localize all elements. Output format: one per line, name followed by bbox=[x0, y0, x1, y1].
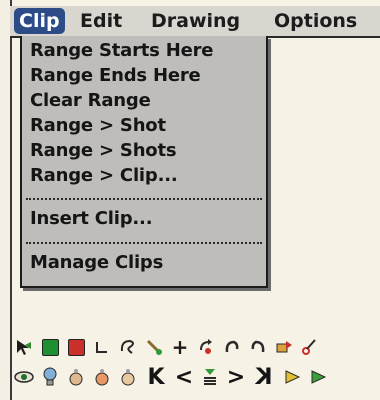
last-frame-icon[interactable]: K bbox=[252, 364, 276, 390]
loop-icon[interactable] bbox=[306, 364, 330, 390]
bulb-icon[interactable] bbox=[38, 364, 62, 390]
menu-item-range-to-shot[interactable]: Range > Shot bbox=[30, 115, 166, 136]
undo-curve-icon[interactable] bbox=[220, 334, 244, 360]
menu-item-insert-clip[interactable]: Insert Clip... bbox=[30, 208, 153, 229]
menu-options[interactable]: Options bbox=[274, 8, 357, 34]
red-square-icon[interactable] bbox=[64, 334, 88, 360]
clip-menu-dropdown: Range Starts Here Range Ends Here Clear … bbox=[20, 36, 268, 288]
menu-separator bbox=[26, 198, 262, 200]
current-frame-icon[interactable] bbox=[198, 364, 222, 390]
menu-bar: Clip Edit Drawing Options bbox=[10, 6, 380, 38]
next-frame-icon[interactable]: > bbox=[224, 364, 248, 390]
move-icon[interactable] bbox=[272, 334, 296, 360]
redo-curve-icon[interactable] bbox=[246, 334, 270, 360]
onion-skin-icon[interactable] bbox=[64, 364, 88, 390]
first-frame-icon[interactable]: K bbox=[144, 364, 168, 390]
menu-drawing[interactable]: Drawing bbox=[151, 8, 240, 34]
eye-icon[interactable] bbox=[12, 364, 36, 390]
tool-row-2: K < > K bbox=[12, 364, 380, 394]
menu-item-range-starts-here[interactable]: Range Starts Here bbox=[30, 40, 214, 61]
crosshair-icon[interactable]: + bbox=[168, 334, 192, 360]
green-square-icon[interactable] bbox=[38, 334, 62, 360]
onion-skin-2-icon[interactable] bbox=[90, 364, 114, 390]
onion-skin-3-icon[interactable] bbox=[116, 364, 140, 390]
menu-separator bbox=[26, 242, 262, 244]
tool-row-1: + bbox=[12, 334, 380, 364]
lasso-icon[interactable] bbox=[116, 334, 140, 360]
cut-icon[interactable] bbox=[298, 334, 322, 360]
menu-edit[interactable]: Edit bbox=[80, 8, 122, 34]
menu-item-clear-range[interactable]: Clear Range bbox=[30, 90, 151, 111]
menu-item-range-to-shots[interactable]: Range > Shots bbox=[30, 140, 177, 161]
brush-icon[interactable] bbox=[142, 334, 166, 360]
menu-item-range-to-clip[interactable]: Range > Clip... bbox=[30, 165, 178, 186]
rotate-icon[interactable] bbox=[194, 334, 218, 360]
menu-clip[interactable]: Clip bbox=[14, 8, 65, 34]
play-icon[interactable] bbox=[280, 364, 304, 390]
corner-icon[interactable] bbox=[90, 334, 114, 360]
menu-item-range-ends-here[interactable]: Range Ends Here bbox=[30, 65, 201, 86]
select-arrow-icon[interactable] bbox=[12, 334, 36, 360]
prev-frame-icon[interactable]: < bbox=[172, 364, 196, 390]
menu-item-manage-clips[interactable]: Manage Clips bbox=[30, 252, 163, 273]
